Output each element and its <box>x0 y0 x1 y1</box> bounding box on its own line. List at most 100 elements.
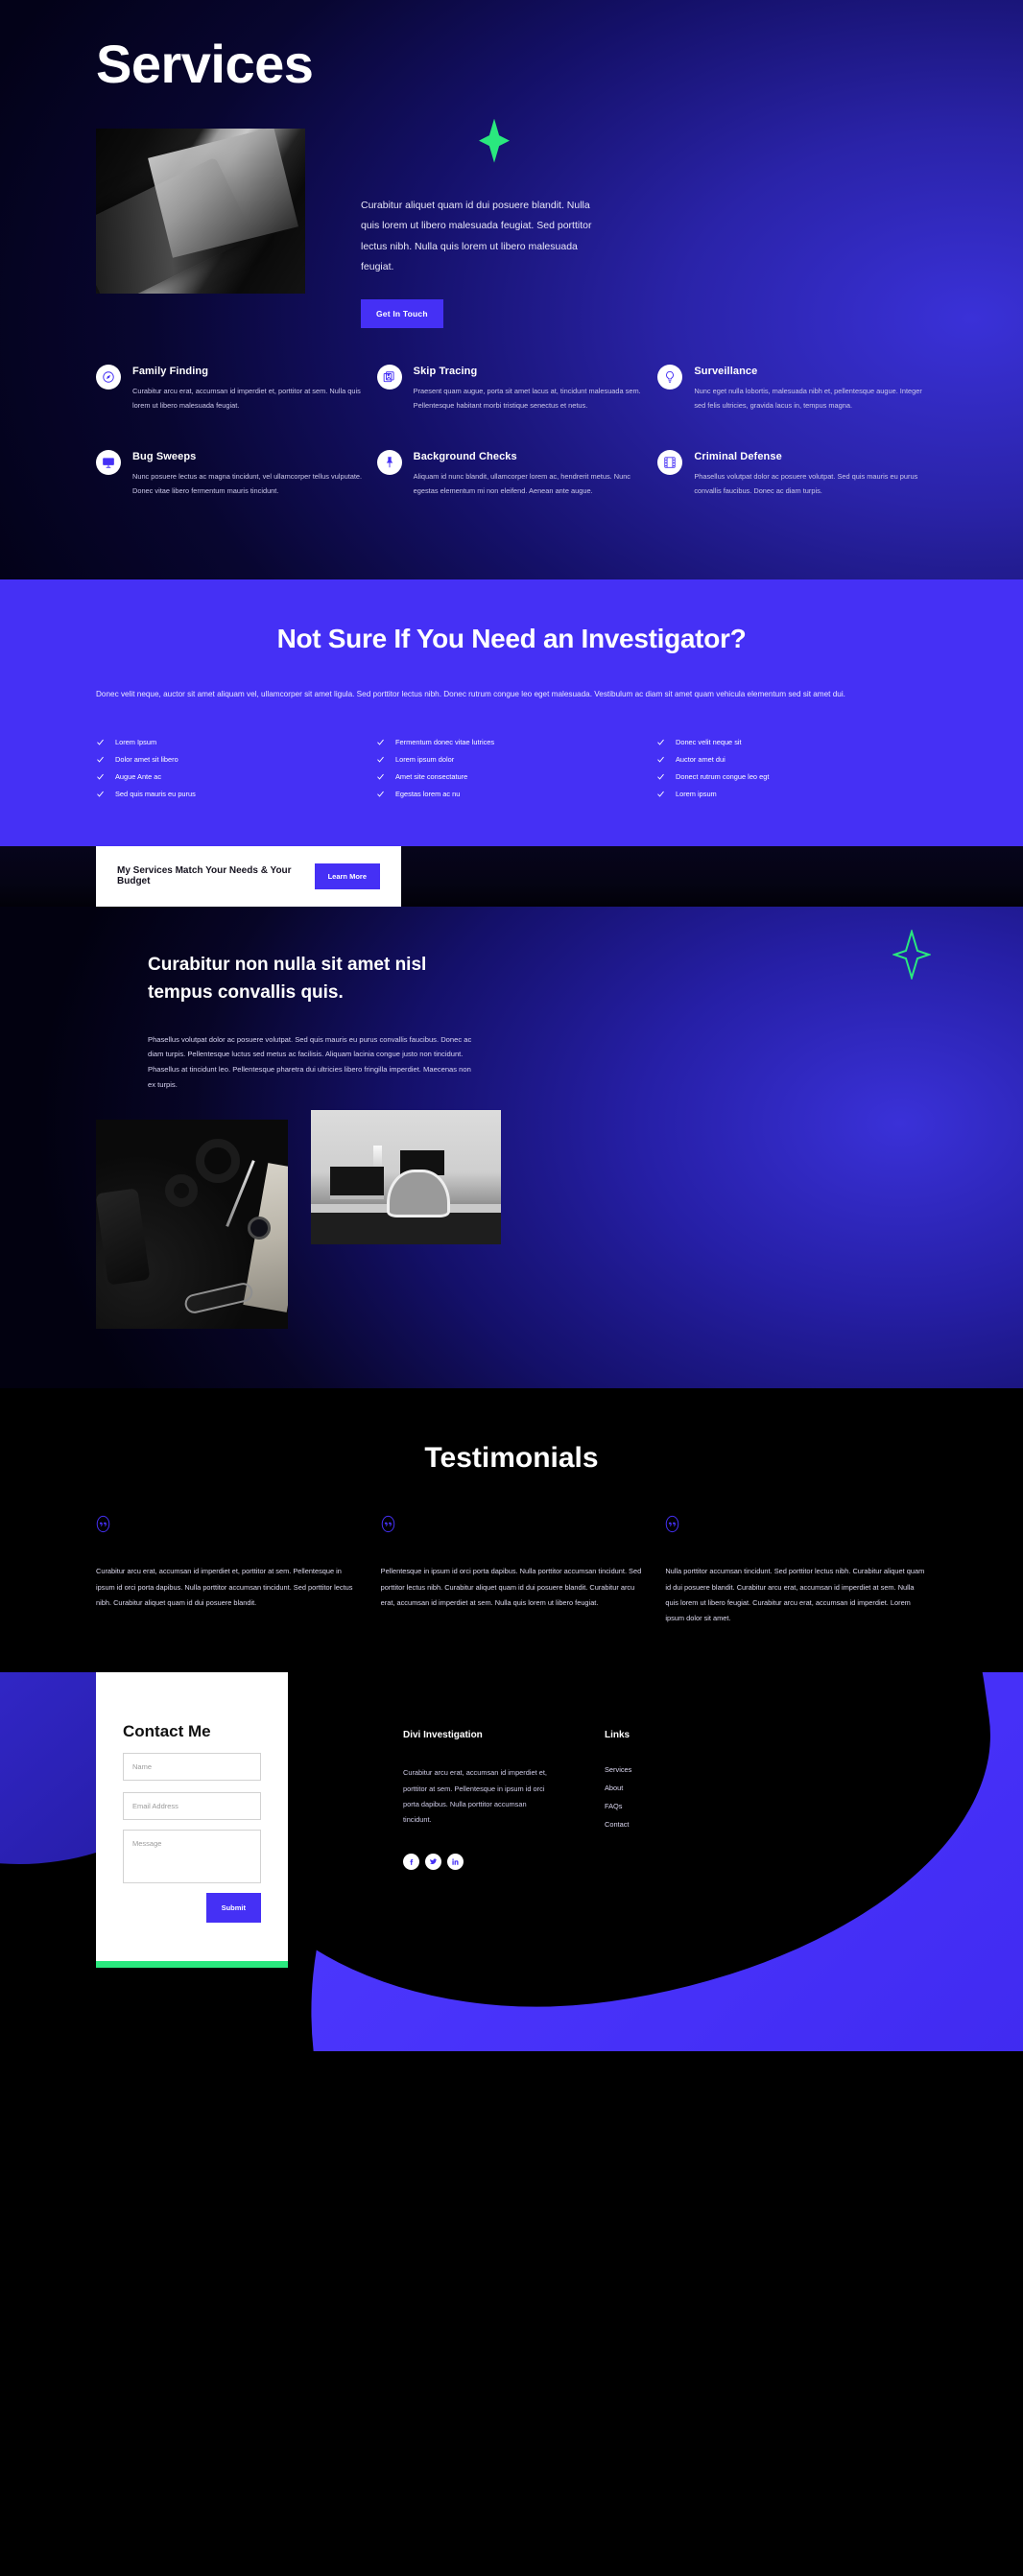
hero-camera-photo <box>96 128 305 294</box>
office-desk-photo <box>311 1110 501 1245</box>
sparkle-icon <box>479 118 510 163</box>
footer-brand-text: Curabitur arcu erat, accumsan id imperdi… <box>403 1768 547 1825</box>
checklist-item: Amet site consectature <box>376 772 647 781</box>
checklist-label: Donec velit neque sit <box>676 737 742 746</box>
service-body: Surveillance Nunc eget nulla lobortis, m… <box>694 365 927 414</box>
contact-title: Contact Me <box>123 1722 211 1741</box>
hero-section: Services Curabitur aliquet quam id dui p… <box>0 0 1023 579</box>
service-title: Surveillance <box>694 365 758 377</box>
checklist-label: Lorem Ipsum <box>115 737 157 746</box>
feature-section: Curabitur non nulla sit amet nisl tempus… <box>0 907 1023 1389</box>
footer-link[interactable]: About <box>605 1784 631 1792</box>
service-text: Praesent quam augue, porta sit amet lacu… <box>413 386 641 411</box>
services-grid: Family Finding Curabitur arcu erat, accu… <box>0 328 1023 553</box>
name-field[interactable] <box>123 1753 261 1782</box>
accent-strip <box>96 1961 288 1969</box>
checklist-item: Augue Ante ac <box>96 772 367 781</box>
compass-icon <box>96 364 121 390</box>
feature-photos <box>96 1110 927 1330</box>
service-card[interactable]: Skip Tracing Praesent quam augue, porta … <box>376 364 647 414</box>
service-card[interactable]: Background Checks Aliquam id nunc blandi… <box>376 449 647 499</box>
page-root: Services Curabitur aliquet quam id dui p… <box>0 0 1023 2052</box>
testimonial-text: Pellentesque in ipsum id orci porta dapi… <box>380 1567 642 1607</box>
service-card[interactable]: Criminal Defense Phasellus volutpat dolo… <box>657 449 927 499</box>
learn-more-button[interactable]: Learn More <box>314 863 380 889</box>
checklist-label: Donect rutrum congue leo egt <box>676 771 770 781</box>
quote-icon <box>96 1516 110 1537</box>
testimonials-grid: Curabitur arcu erat, accumsan id imperdi… <box>96 1515 927 1626</box>
service-text: Curabitur arcu erat, accumsan id imperdi… <box>132 386 361 411</box>
service-title: Background Checks <box>413 450 517 462</box>
service-title: Bug Sweeps <box>132 450 197 462</box>
photos-stack-icon <box>376 364 402 390</box>
testimonials-title: Testimonials <box>424 1442 599 1475</box>
testimonials-section: Testimonials Curabitur arcu erat, accums… <box>0 1388 1023 1673</box>
cta-section: My Services Match Your Needs & Your Budg… <box>0 845 1023 907</box>
footer-link[interactable]: Services <box>605 1765 631 1774</box>
hero-paragraph: Curabitur aliquet quam id dui posuere bl… <box>361 199 592 273</box>
checklist-item: Fermentum donec vitae lutrices <box>376 738 647 746</box>
service-title: Criminal Defense <box>694 450 782 462</box>
monitor-icon <box>96 449 121 475</box>
not-sure-section: Not Sure If You Need an Investigator? Do… <box>0 579 1023 846</box>
checklist-label: Fermentum donec vitae lutrices <box>395 737 495 746</box>
contact-column: Contact Me Submit <box>96 1672 288 1969</box>
not-sure-title: Not Sure If You Need an Investigator? <box>276 623 747 653</box>
checklist-label: Lorem ipsum <box>676 789 717 798</box>
sparkle-outline-icon <box>892 929 931 980</box>
checklist-label: Amet site consectature <box>395 771 468 781</box>
get-in-touch-button[interactable]: Get In Touch <box>361 298 443 328</box>
footer-inner: Contact Me Submit Divi Investigation Cur… <box>0 1672 1023 1969</box>
page-title: Services <box>96 34 314 94</box>
not-sure-paragraph: Donec velit neque, auctor sit amet aliqu… <box>96 689 845 698</box>
checklist-item: Donect rutrum congue leo egt <box>656 772 927 781</box>
feature-title: Curabitur non nulla sit amet nisl tempus… <box>148 954 427 1004</box>
footer-link[interactable]: FAQs <box>605 1802 631 1810</box>
film-strip-icon <box>657 449 683 475</box>
footer-link[interactable]: Contact <box>605 1820 631 1829</box>
contact-card: Contact Me Submit <box>96 1672 288 1962</box>
service-text: Phasellus volutpat dolor ac posuere volu… <box>694 471 918 496</box>
facebook-icon[interactable] <box>403 1853 419 1870</box>
service-title: Skip Tracing <box>413 365 478 377</box>
service-card[interactable]: Surveillance Nunc eget nulla lobortis, m… <box>657 364 927 414</box>
footer-columns: Divi Investigation Curabitur arcu erat, … <box>288 1672 631 1968</box>
pushpin-icon <box>376 449 402 475</box>
checklist-label: Sed quis mauris eu purus <box>115 789 196 798</box>
checklist-item: Egestas lorem ac nu <box>376 790 647 798</box>
checklist-label: Auctor amet dui <box>676 754 726 764</box>
checklist-item: Donec velit neque sit <box>656 738 927 746</box>
service-text: Nunc eget nulla lobortis, malesuada nibh… <box>694 386 922 411</box>
service-card[interactable]: Family Finding Curabitur arcu erat, accu… <box>96 364 366 414</box>
cta-text: My Services Match Your Needs & Your Budg… <box>117 865 292 887</box>
twitter-icon[interactable] <box>425 1853 441 1870</box>
service-body: Criminal Defense Phasellus volutpat dolo… <box>694 450 927 499</box>
service-text: Nunc posuere lectus ac magna tincidunt, … <box>132 471 363 496</box>
testimonial-card: Nulla porttitor accumsan tincidunt. Sed … <box>665 1515 927 1626</box>
feature-paragraph: Phasellus volutpat dolor ac posuere volu… <box>148 1034 472 1090</box>
checklist-item: Auctor amet dui <box>656 755 927 764</box>
checklist-grid: Lorem Ipsum Fermentum donec vitae lutric… <box>96 738 927 798</box>
social-links <box>403 1853 547 1870</box>
checklist-item: Sed quis mauris eu purus <box>96 790 367 798</box>
service-body: Skip Tracing Praesent quam augue, porta … <box>414 365 647 414</box>
footer-links-column: Links Services About FAQs Contact <box>605 1730 631 1968</box>
checklist-item: Lorem ipsum dolor <box>376 755 647 764</box>
quote-icon <box>381 1516 395 1537</box>
message-field[interactable] <box>123 1830 261 1884</box>
service-body: Bug Sweeps Nunc posuere lectus ac magna … <box>132 450 366 499</box>
service-title: Family Finding <box>132 365 209 377</box>
submit-row: Submit <box>123 1893 261 1924</box>
linkedin-icon[interactable] <box>447 1853 464 1870</box>
checklist-label: Augue Ante ac <box>115 771 162 781</box>
checklist-item: Dolor amet sit libero <box>96 755 367 764</box>
checklist-label: Lorem ipsum dolor <box>395 754 455 764</box>
testimonial-text: Curabitur arcu erat, accumsan id imperdi… <box>96 1567 353 1607</box>
service-text: Aliquam id nunc blandit, ullamcorper lor… <box>413 471 630 496</box>
service-body: Background Checks Aliquam id nunc blandi… <box>414 450 647 499</box>
submit-button[interactable]: Submit <box>205 1893 261 1924</box>
email-field[interactable] <box>123 1792 261 1821</box>
checklist-label: Dolor amet sit libero <box>115 754 178 764</box>
service-card[interactable]: Bug Sweeps Nunc posuere lectus ac magna … <box>96 449 366 499</box>
footer-section: Contact Me Submit Divi Investigation Cur… <box>0 1672 1023 2052</box>
